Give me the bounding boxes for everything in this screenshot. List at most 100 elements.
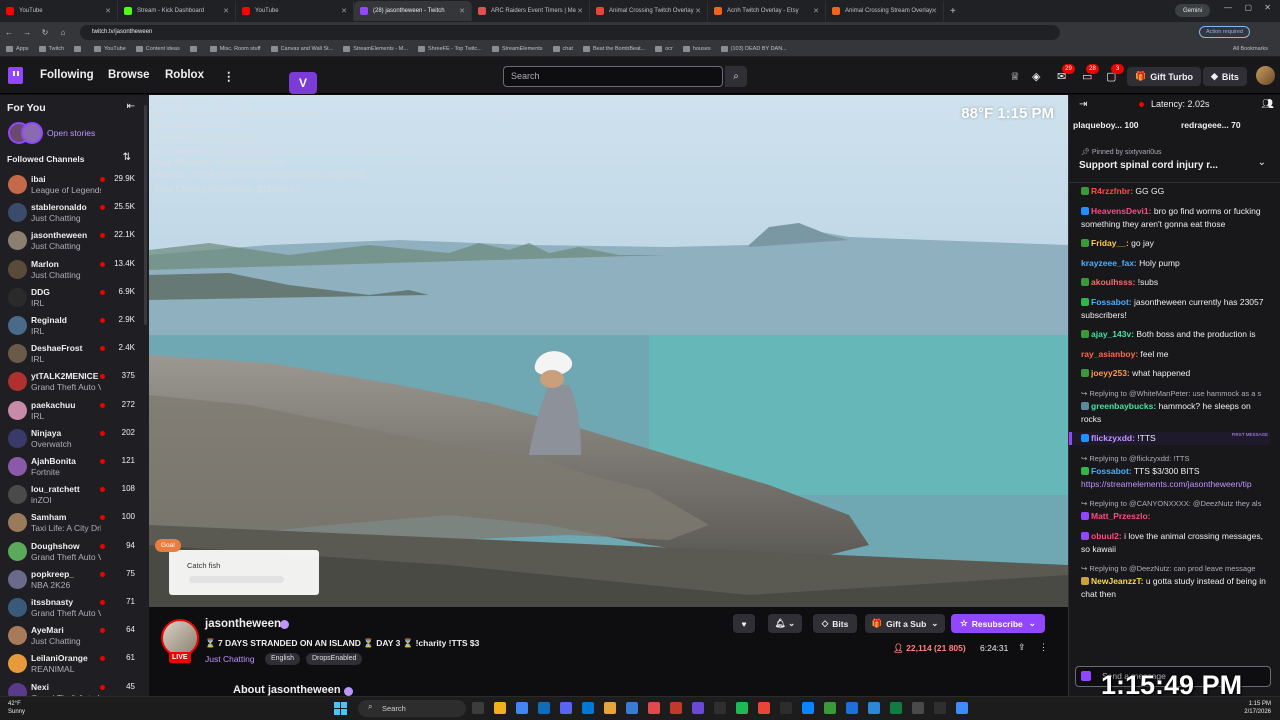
chat-message[interactable]: Fossabot: jasontheween currently has 230… xyxy=(1081,296,1270,322)
close-tab-icon[interactable]: ✕ xyxy=(577,7,583,15)
community-icon[interactable]: 👥︎ xyxy=(1261,99,1274,110)
system-clock[interactable]: 1:15 PM 2/17/2026 xyxy=(1244,700,1271,716)
streamer-name[interactable]: jasontheween xyxy=(205,618,281,630)
forward-icon[interactable]: → xyxy=(18,28,36,37)
bookmark[interactable]: Apps xyxy=(6,46,29,52)
tag-english[interactable]: English xyxy=(265,653,300,665)
chat-message[interactable]: ↪ Replying to @DeezNutz: can prod leave … xyxy=(1081,562,1270,601)
close-tab-icon[interactable]: ✕ xyxy=(931,7,937,15)
chat-message[interactable]: ray_asianboy: feel me xyxy=(1081,348,1270,361)
chat-username[interactable]: Friday__: xyxy=(1091,238,1129,248)
bookmark[interactable]: houses xyxy=(682,46,711,52)
taskbar-app-icon[interactable] xyxy=(648,702,660,714)
chat-message[interactable]: R4rzzfnbr: GG GG xyxy=(1081,185,1270,198)
back-icon[interactable]: ← xyxy=(0,28,18,37)
search-icon[interactable]: ⌕ xyxy=(725,66,747,87)
close-tab-icon[interactable]: ✕ xyxy=(105,7,111,15)
chat-message[interactable]: ↪ Replying to @CANYONXXXX: @DeezNutz the… xyxy=(1081,497,1270,523)
more-options-icon[interactable]: ⋮ xyxy=(1039,642,1048,653)
chat-message[interactable]: FIRST MESSAGE flickzyxdd: !TTS xyxy=(1069,432,1270,445)
more-menu-icon[interactable]: ⋮ xyxy=(223,69,235,83)
search-input[interactable]: Search xyxy=(503,66,723,87)
sidebar-channel-marlon[interactable]: Marlon Just Chatting 13.4K xyxy=(0,256,149,284)
bookmark[interactable]: chat xyxy=(552,46,573,52)
sort-icon[interactable]: ⇅ xyxy=(123,152,131,163)
taskbar-app-icon[interactable] xyxy=(758,702,770,714)
taskbar-app-icon[interactable] xyxy=(912,702,924,714)
sidebar-channel-ddg[interactable]: DDG IRL 6.9K xyxy=(0,284,149,312)
chat-link[interactable]: https://streamelements.com/jasontheween/… xyxy=(1081,479,1252,489)
taskbar-app-icon[interactable] xyxy=(626,702,638,714)
cheer-bits-button[interactable]: ◇ Bits xyxy=(813,614,857,633)
taskbar-app-icon[interactable] xyxy=(494,702,506,714)
taskbar-app-icon[interactable] xyxy=(670,702,682,714)
leaderboard-entry[interactable]: plaqueboy... 100 xyxy=(1073,120,1139,130)
sidebar-channel-lou_ratchett[interactable]: lou_ratchett inZOI 108 xyxy=(0,481,149,509)
taskbar-app-icon[interactable] xyxy=(516,702,528,714)
sidebar-channel-paekachuu[interactable]: paekachuu IRL 272 xyxy=(0,397,149,425)
sidebar-channel-deshaefrost[interactable]: DeshaeFrost IRL 2.4K xyxy=(0,340,149,368)
bookmark[interactable]: YouTube xyxy=(94,46,126,52)
taskbar-search[interactable]: Search xyxy=(358,700,466,717)
sidebar-channel-yttalk2menice[interactable]: ytTALK2MENICE Grand Theft Auto V 375 xyxy=(0,368,149,396)
action-required-button[interactable]: Action required xyxy=(1199,26,1250,38)
sidebar-channel-reginald[interactable]: Reginald IRL 2.9K xyxy=(0,312,149,340)
chat-username[interactable]: Matt_Przeszlo: xyxy=(1091,511,1151,521)
bookmark[interactable]: StreamElements xyxy=(491,46,543,52)
sidebar-channel-doughshow[interactable]: Doughshow Grand Theft Auto V 94 xyxy=(0,538,149,566)
maximize-icon[interactable]: ▢ xyxy=(1244,3,1252,12)
sidebar-channel-samham[interactable]: SamhamTaxi Life: A City Driving Sim 100 xyxy=(0,509,149,537)
notifications-bell-button[interactable]: 🔔︎ ⌄ xyxy=(768,614,802,633)
bookmark[interactable]: Beat the BombBeat... xyxy=(582,46,645,52)
windows-start-icon[interactable] xyxy=(334,702,347,715)
sidebar-channel-itssbnasty[interactable]: itssbnasty Grand Theft Auto V 71 xyxy=(0,594,149,622)
twitch-logo-icon[interactable] xyxy=(8,67,23,84)
sidebar-channel-stableronaldo[interactable]: stableronaldo Just Chatting 25.5K xyxy=(0,199,149,227)
bookmark[interactable]: StreamElements - M... xyxy=(343,46,408,52)
bookmark[interactable]: Canvas and Wall St... xyxy=(270,46,333,52)
weather-widget[interactable]: 42°F Sunny xyxy=(8,700,25,716)
follow-heart-button[interactable]: ♥ xyxy=(733,614,755,633)
chat-message[interactable]: HeavensDevi1: bro go find worms or fucki… xyxy=(1081,205,1270,231)
browser-tab[interactable]: YouTube ✕ xyxy=(236,1,354,21)
chat-username[interactable]: ajay_143v: xyxy=(1091,329,1134,339)
chat-username[interactable]: HeavensDevi1: xyxy=(1091,206,1151,216)
taskbar-app-icon[interactable] xyxy=(934,702,946,714)
chat-username[interactable]: akoulhsss: xyxy=(1091,277,1135,287)
taskbar-app-icon[interactable] xyxy=(472,702,484,714)
chat-message[interactable]: akoulhsss: !subs xyxy=(1081,276,1270,289)
browser-tab[interactable]: Acnh Twitch Overlay - Etsy ✕ xyxy=(708,1,826,21)
open-stories-link[interactable]: Open stories xyxy=(47,128,95,138)
chat-message[interactable]: ↪ Replying to @WhiteManPeter: use hammoc… xyxy=(1081,387,1270,426)
chat-username[interactable]: flickzyxdd: xyxy=(1091,433,1135,443)
taskbar-app-icon[interactable] xyxy=(714,702,726,714)
taskbar-app-icon[interactable] xyxy=(780,702,792,714)
taskbar-app-icon[interactable] xyxy=(538,702,550,714)
browser-tab[interactable]: YouTube ✕ xyxy=(0,1,118,21)
taskbar-app-icon[interactable] xyxy=(604,702,616,714)
taskbar-app-icon[interactable] xyxy=(846,702,858,714)
bookmark[interactable] xyxy=(189,46,200,52)
pinned-message[interactable]: 📌︎ Pinned by sixtyvari0us Support spinal… xyxy=(1069,139,1280,183)
taskbar-app-icon[interactable] xyxy=(868,702,880,714)
taskbar-app-icon[interactable] xyxy=(824,702,836,714)
taskbar-app-icon[interactable] xyxy=(736,702,748,714)
chat-message[interactable]: ajay_143v: Both boss and the production … xyxy=(1081,328,1270,341)
drops-icon[interactable]: ◈ xyxy=(1032,70,1040,83)
sidebar-channel-ayemari[interactable]: AyeMari Just Chatting 64 xyxy=(0,622,149,650)
bookmark[interactable] xyxy=(74,46,84,52)
collapse-sidebar-icon[interactable]: ⇤ xyxy=(127,101,135,112)
tag-drops-enabled[interactable]: DropsEnabled xyxy=(306,653,363,665)
bookmark[interactable]: Misc. Room stuff xyxy=(209,46,261,52)
gift-turbo-button[interactable]: 🎁 Gift Turbo xyxy=(1127,67,1202,86)
bookmark[interactable]: Content ideas xyxy=(135,46,180,52)
stories-avatars[interactable] xyxy=(8,122,44,144)
sidebar-channel-leilaniorange[interactable]: LeilaniOrange REANIMAL 61 xyxy=(0,650,149,678)
sidebar-scrollbar[interactable] xyxy=(144,105,147,325)
chat-username[interactable]: joeyy253: xyxy=(1091,368,1130,378)
all-bookmarks[interactable]: All Bookmarks xyxy=(1233,46,1268,52)
following-link[interactable]: Following xyxy=(40,69,94,81)
resubscribe-button[interactable]: ☆ Resubscribe ⌄ xyxy=(951,614,1045,633)
browser-tab[interactable]: Animal Crossing Stream Overlay ✕ xyxy=(826,1,944,21)
taskbar-app-icon[interactable] xyxy=(582,702,594,714)
